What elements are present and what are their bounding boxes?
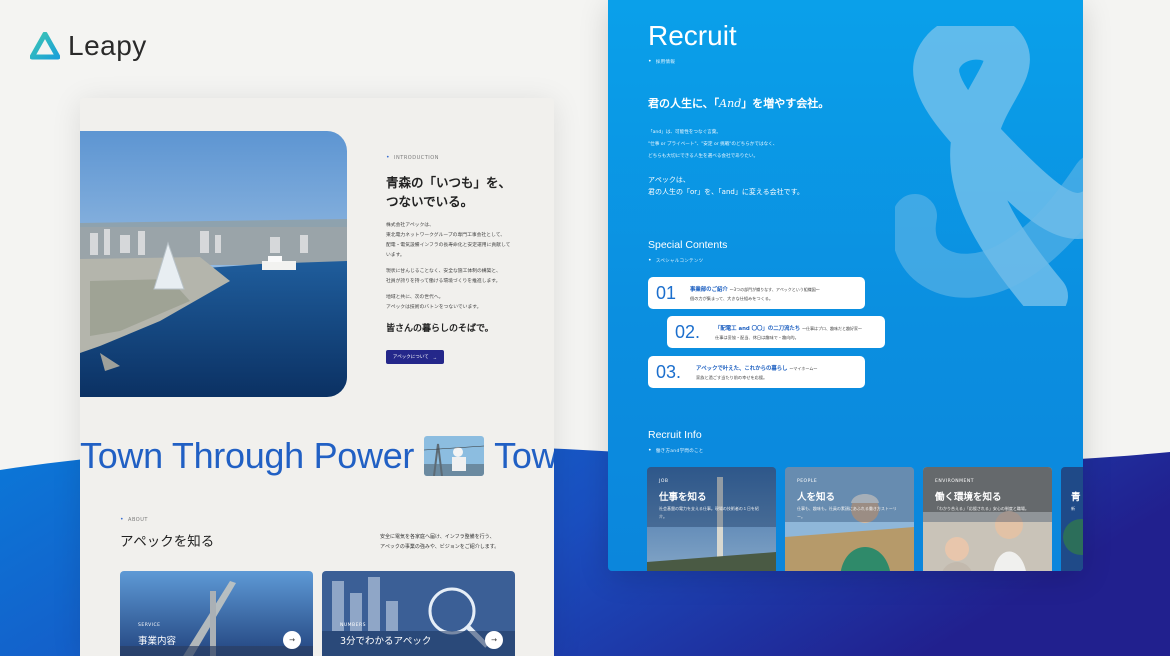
hero-city-photo: [80, 131, 347, 397]
info-card-job[interactable]: JOB 仕事を知る 社会基盤の電力を支える仕事。現場の技術者の１日を紹介。: [647, 467, 776, 571]
info-card-partial[interactable]: 青 新: [1061, 467, 1083, 571]
arrow-right-icon[interactable]: →: [283, 631, 301, 649]
special-content-item[interactable]: 02. 「配電工 and 〇〇」の二刀流たち 〜仕事はプロ、趣味だと趣好家〜 仕…: [667, 316, 885, 348]
bullet-dot-icon: •: [386, 154, 391, 161]
service-card[interactable]: SERVICE 事業内容 →: [120, 571, 313, 656]
introduction-section: • INTRODUCTION 青森の「いつも」を、 つないでいる。 株式会社アペ…: [386, 154, 546, 364]
bullet-dot-icon: •: [648, 447, 652, 454]
intro-heading: 青森の「いつも」を、 つないでいる。: [386, 175, 512, 209]
leapy-logo-icon: [30, 32, 60, 60]
marquee-ticker: Town Through Power Tow: [80, 435, 554, 476]
recruit-info-eyebrow: • 働き方and学問のこと: [648, 447, 704, 454]
intro-closing: 皆さんの暮らしのそばで。: [386, 324, 494, 334]
recruit-info-heading: Recruit Info: [648, 429, 702, 441]
recruit-title: Recruit: [648, 20, 737, 51]
intro-paragraph-3: 地域と共に、次の世代へ。 アペックは技術のバトンをつないでいます。: [386, 295, 482, 310]
intro-paragraph-1: 株式会社アペックは、 東北電力ネットワークグループの専門工事会社として、 配電・電…: [386, 223, 511, 258]
special-contents-heading: Special Contents: [648, 239, 728, 251]
special-content-item[interactable]: 03. アペックで叶えた、これからの暮らし 〜マイホーム〜 家族と過ごす当たり前…: [648, 356, 865, 388]
logo-text: Leapy: [68, 30, 147, 61]
right-page-preview: Recruit • 採用情報 君の人生に、「And」を増やす会社。 「and」は…: [608, 0, 1083, 571]
arrow-right-icon[interactable]: →: [485, 631, 503, 649]
special-contents-eyebrow: • スペシャルコンテンツ: [648, 257, 704, 264]
special-content-item[interactable]: 01 事業部のご紹介 〜3つの部門が織りなす、アペックという組織図〜 個の力が集…: [648, 277, 865, 309]
leapy-logo[interactable]: Leapy: [30, 30, 147, 62]
about-eyebrow: • ABOUT: [120, 516, 148, 523]
intro-paragraph-2: 現状に甘んじることなく、安全な施工体制の構築と、 社員が誇りを持って働ける環境づく…: [386, 269, 501, 284]
about-description: 安全に電気を各家庭へ届け、インフラ整備を行う、 アペックの事業の強みや、ビジョン…: [380, 534, 500, 550]
about-apex-button[interactable]: アペックについて →: [386, 350, 444, 364]
bullet-dot-icon: •: [120, 516, 125, 523]
ampersand-graphic: [895, 26, 1083, 306]
intro-eyebrow: • INTRODUCTION: [386, 154, 439, 161]
recruit-statement: アペックは、 君の人生の「or」を、「and」に変える会社です。: [648, 176, 804, 196]
ticker-worker-photo: [424, 436, 485, 476]
info-card-environment[interactable]: ENVIRONMENT 働く環境を知る 「わかり合える」「応援される」安心の制度…: [923, 467, 1052, 571]
recruit-lead: 君の人生に、「And」を増やす会社。: [648, 97, 830, 110]
bullet-dot-icon: •: [648, 257, 652, 264]
numbers-card[interactable]: NUMBERS 3分でわかるアペック →: [322, 571, 515, 656]
left-page-preview: • INTRODUCTION 青森の「いつも」を、 つないでいる。 株式会社アペ…: [80, 98, 554, 656]
recruit-eyebrow: • 採用情報: [648, 58, 676, 65]
recruit-body: 「and」は、可能性をつなぐ言葉。 "仕事 or プライベート"、"安定 or 挑…: [648, 130, 778, 159]
bullet-dot-icon: •: [648, 58, 652, 65]
info-card-people[interactable]: PEOPLE 人を知る 仕事も、趣味も。社員の素顔にあふれる働き方ストーリー。: [785, 467, 914, 571]
about-heading: アペックを知る: [120, 534, 215, 550]
arrow-right-icon: →: [432, 354, 438, 360]
